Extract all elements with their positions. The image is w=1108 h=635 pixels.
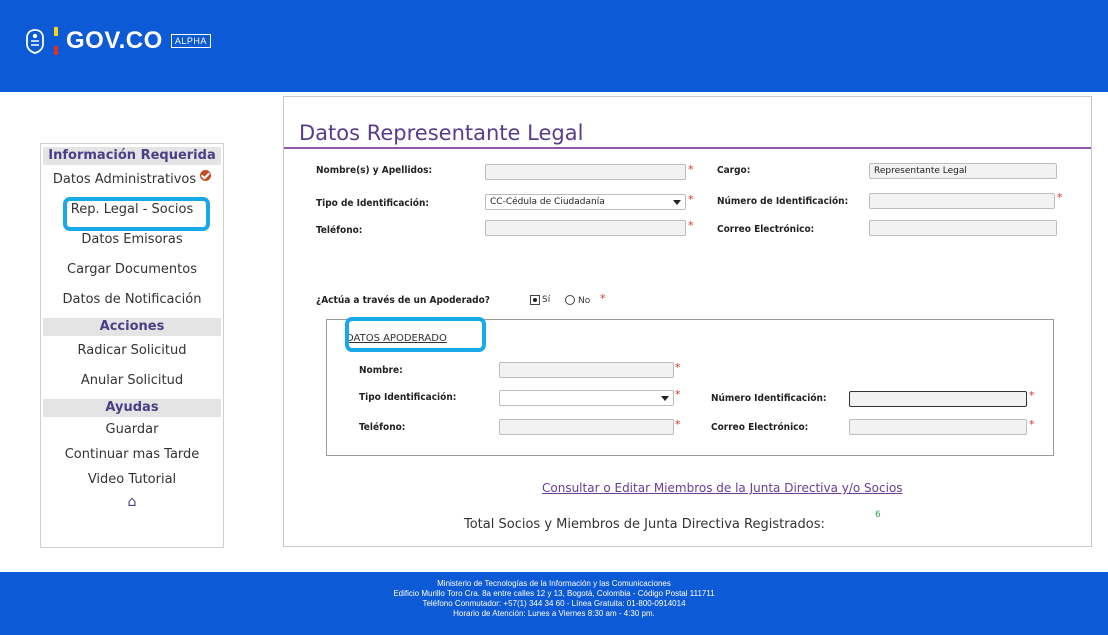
total-socios-count: 6	[875, 510, 881, 520]
sidebar-item-cargar-documentos[interactable]: Cargar Documentos	[41, 255, 223, 285]
required-mark: *	[688, 163, 694, 176]
apod-numero-id-label: Número Identificación:	[711, 393, 827, 404]
tipo-id-label: Tipo de Identificación:	[316, 198, 429, 209]
rep-legal-highlight	[63, 197, 210, 231]
site-header: GOV.CO ALPHA	[0, 0, 1108, 92]
footer-line-address: Edificio Murillo Toro Cra. 8a entre call…	[393, 589, 715, 598]
apod-correo-field[interactable]	[849, 419, 1027, 435]
apod-telefono-label: Teléfono:	[359, 422, 406, 433]
required-mark: *	[1029, 389, 1035, 402]
sidebar-heading-informacion: Información Requerida	[43, 147, 221, 165]
total-socios-label: Total Socios y Miembros de Junta Directi…	[464, 517, 825, 532]
check-badge-icon	[200, 170, 212, 181]
cargo-label: Cargo:	[717, 165, 751, 176]
sidebar-item-video-tutorial[interactable]: Video Tutorial	[41, 467, 223, 492]
sidebar-heading-acciones: Acciones	[43, 318, 221, 336]
required-mark: *	[1057, 191, 1063, 204]
cargo-field[interactable]: Representante Legal	[869, 163, 1057, 179]
apoderado-no-radio[interactable]	[565, 295, 575, 305]
apoderado-yes-label: Sí	[542, 295, 551, 305]
footer-line-phone: Teléfono Conmutador: +57(1) 344 34 60 - …	[422, 599, 686, 608]
site-footer: Ministerio de Tecnologías de la Informac…	[0, 572, 1108, 635]
datos-apoderado-highlight	[345, 317, 486, 352]
required-mark: *	[688, 219, 694, 232]
telefono-label: Teléfono:	[316, 225, 363, 236]
required-mark: *	[675, 418, 681, 431]
sidebar-item-anular-solicitud[interactable]: Anular Solicitud	[41, 366, 223, 396]
correo-label: Correo Electrónico:	[717, 224, 815, 235]
apod-nombre-field[interactable]	[499, 362, 674, 378]
numero-id-field[interactable]	[869, 193, 1055, 209]
required-mark: *	[688, 193, 694, 206]
required-mark: *	[675, 388, 681, 401]
footer-line-hours: Horario de Atención: Lunes a Viernes 8:3…	[453, 609, 655, 618]
apoderado-yes-radio[interactable]	[530, 295, 540, 305]
chevron-down-icon	[661, 396, 669, 401]
title-divider	[284, 147, 1091, 149]
sidebar-item-datos-notificacion[interactable]: Datos de Notificación	[41, 285, 223, 315]
required-mark: *	[675, 361, 681, 374]
home-icon: ⌂	[127, 494, 137, 510]
govco-logo[interactable]: GOV.CO ALPHA	[24, 24, 211, 58]
apod-nombre-label: Nombre:	[359, 365, 403, 376]
alpha-badge: ALPHA	[170, 34, 211, 48]
apoderado-no-label: No	[578, 296, 591, 306]
tipo-id-select[interactable]: CC-Cédula de Ciudadanía	[485, 194, 686, 210]
sidebar-heading-ayudas: Ayudas	[43, 399, 221, 417]
nombre-label: Nombre(s) y Apellidos:	[316, 165, 433, 176]
apod-telefono-field[interactable]	[499, 419, 674, 435]
flag-bar-icon	[54, 27, 58, 55]
required-mark: *	[600, 292, 606, 305]
apod-tipo-id-select[interactable]	[499, 390, 674, 406]
apod-correo-label: Correo Electrónico:	[711, 422, 809, 433]
logo-text: GOV.CO	[66, 27, 163, 54]
sidebar-item-radicar-solicitud[interactable]: Radicar Solicitud	[41, 336, 223, 366]
footer-line-ministry: Ministerio de Tecnologías de la Informac…	[437, 579, 671, 588]
chevron-down-icon	[673, 200, 681, 205]
required-mark: *	[1029, 418, 1035, 431]
home-link[interactable]: ⌂	[41, 492, 223, 512]
sidebar-item-datos-administrativos[interactable]: Datos Administrativos	[41, 165, 223, 195]
coat-of-arms-icon	[26, 29, 44, 54]
apod-tipo-id-label: Tipo Identificación:	[359, 392, 457, 403]
numero-id-label: Número de Identificación:	[717, 196, 849, 207]
nombre-field[interactable]	[485, 164, 686, 180]
page-title: Datos Representante Legal	[299, 121, 584, 145]
consultar-miembros-link[interactable]: Consultar o Editar Miembros de la Junta …	[542, 481, 903, 495]
telefono-field[interactable]	[485, 220, 686, 236]
apoderado-question: ¿Actúa a través de un Apoderado?	[316, 295, 490, 306]
correo-field[interactable]	[869, 220, 1057, 236]
apod-numero-id-field[interactable]	[849, 391, 1027, 407]
sidebar-item-continuar-mas-tarde[interactable]: Continuar mas Tarde	[41, 442, 223, 467]
sidebar-item-guardar[interactable]: Guardar	[41, 417, 223, 442]
